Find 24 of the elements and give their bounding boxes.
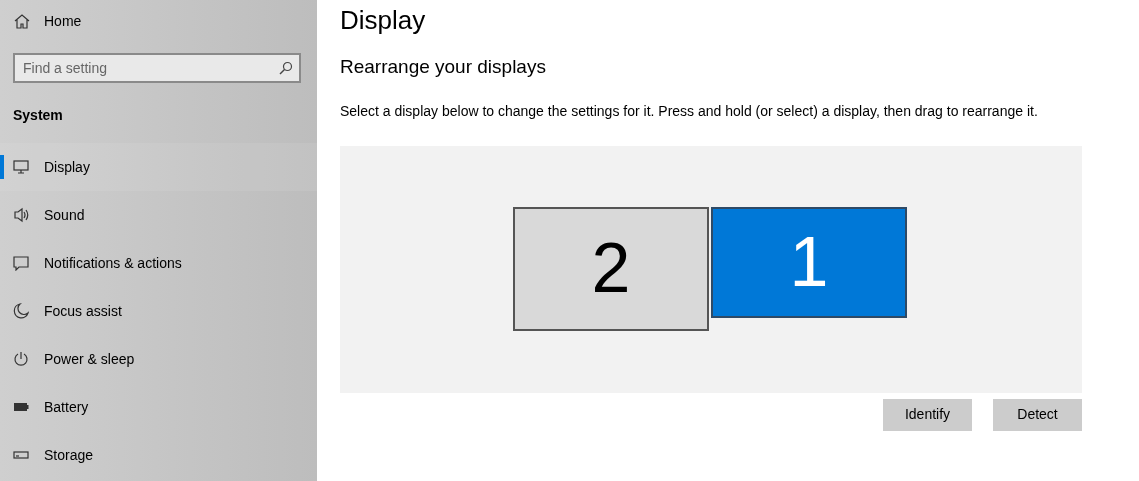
action-button[interactable]: Detect: [993, 398, 1082, 431]
speaker-icon: [13, 207, 29, 223]
description: Select a display below to change the settings for it. Press and hold (or select) a display, then drag to rearrange it.: [340, 101, 1039, 121]
sidebar-item[interactable]: Storage: [0, 431, 317, 479]
display-tile[interactable]: 1: [711, 206, 907, 318]
sidebar-item[interactable]: Battery: [0, 383, 317, 431]
sidebar-item[interactable]: Sound: [0, 191, 317, 239]
search-icon: [279, 61, 293, 75]
sidebar-item[interactable]: Notifications & actions: [0, 239, 317, 287]
action-button[interactable]: Identify: [883, 398, 972, 431]
sidebar-item[interactable]: Display: [0, 143, 317, 191]
home-icon: [14, 13, 30, 29]
sidebar-item[interactable]: Focus assist: [0, 287, 317, 335]
moon-icon: [13, 303, 29, 319]
page-title: Display: [340, 4, 427, 36]
message-icon: [13, 255, 29, 271]
home-link[interactable]: Home: [44, 10, 82, 32]
section-heading: Rearrange your displays: [340, 56, 547, 79]
search-field[interactable]: Find a setting: [13, 53, 301, 83]
power-icon: [13, 351, 29, 367]
display-tile[interactable]: 2: [513, 206, 709, 331]
sidebar-item[interactable]: Power & sleep: [0, 335, 317, 383]
monitor-icon: [13, 159, 29, 175]
section-heading: System: [12, 106, 64, 125]
